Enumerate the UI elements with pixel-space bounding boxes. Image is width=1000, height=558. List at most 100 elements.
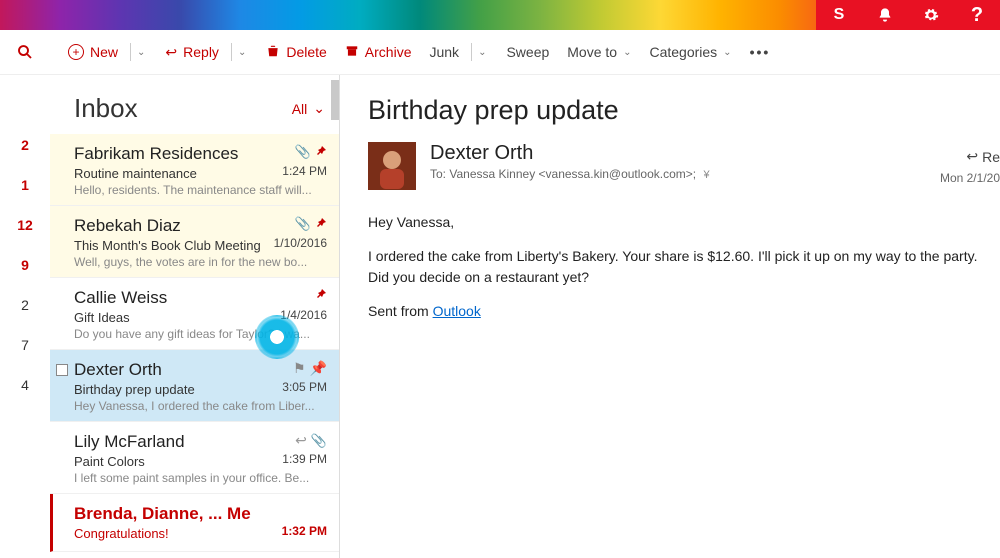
folder-count[interactable]: 2: [21, 297, 29, 313]
chevron-down-icon: ⌄: [623, 47, 631, 58]
item-sender: Lily McFarland: [74, 432, 325, 452]
folder-count[interactable]: 2: [21, 137, 29, 153]
settings-gear-icon[interactable]: [908, 0, 954, 30]
message-item[interactable]: ↩📎Lily McFarlandPaint ColorsI left some …: [50, 422, 339, 494]
folder-count[interactable]: 1: [21, 177, 29, 193]
item-time: 1:39 PM: [282, 452, 327, 466]
item-time: 1/10/2016: [274, 236, 327, 250]
reading-pane: Birthday prep update Dexter Orth To: Van…: [340, 75, 1000, 558]
chevron-down-icon[interactable]: ⌄: [130, 43, 147, 61]
item-sender: Fabrikam Residences: [74, 144, 325, 164]
item-icons: ⚑📌: [293, 360, 327, 377]
junk-button[interactable]: Junk ⌄: [429, 43, 488, 61]
reply-label: Reply: [183, 44, 219, 60]
reply-arrow-icon: ↩: [966, 148, 978, 165]
message-item[interactable]: 📎Rebekah DiazThis Month's Book Club Meet…: [50, 206, 339, 278]
item-sender: Brenda, Dianne, ... Me: [74, 504, 325, 524]
to-value: Vanessa Kinney <vanessa.kin@outlook.com>…: [449, 167, 696, 181]
body-paragraph: I ordered the cake from Liberty's Bakery…: [368, 246, 988, 287]
message-list: 📎Fabrikam ResidencesRoutine maintenanceH…: [50, 134, 339, 558]
delete-label: Delete: [286, 44, 326, 60]
sender-avatar[interactable]: [368, 142, 416, 190]
item-sender: Callie Weiss: [74, 288, 325, 308]
attachment-icon: 📎: [295, 216, 311, 232]
folder-title: Inbox: [74, 93, 138, 124]
command-toolbar: + New ⌄ ↩ Reply ⌄ Delete Archive Junk ⌄ …: [0, 30, 1000, 75]
filter-dropdown[interactable]: All ⌄: [292, 100, 325, 117]
pin-icon: [315, 217, 327, 232]
chevron-down-icon: ⌄: [313, 100, 325, 117]
scrollbar-thumb[interactable]: [331, 80, 339, 120]
message-item[interactable]: Callie WeissGift IdeasDo you have any gi…: [50, 278, 339, 350]
item-preview: Hey Vanessa, I ordered the cake from Lib…: [74, 399, 325, 413]
item-icons: 📎: [295, 216, 327, 232]
chevron-down-icon[interactable]: ⌄: [471, 43, 488, 61]
plus-circle-icon: +: [68, 44, 84, 60]
folder-count[interactable]: 12: [17, 217, 33, 233]
item-time: 3:05 PM: [282, 380, 327, 394]
folder-count[interactable]: 9: [21, 257, 29, 273]
outlook-link[interactable]: Outlook: [433, 303, 481, 319]
message-body: Hey Vanessa, I ordered the cake from Lib…: [368, 212, 988, 321]
item-time: 1:32 PM: [282, 524, 327, 538]
to-prefix: To:: [430, 167, 446, 181]
attachment-icon: 📎: [295, 144, 311, 160]
item-preview: Hello, residents. The maintenance staff …: [74, 183, 325, 197]
categories-label: Categories: [649, 44, 717, 60]
moveto-button[interactable]: Move to ⌄: [567, 44, 631, 60]
moveto-label: Move to: [567, 44, 617, 60]
item-sender: Dexter Orth: [74, 360, 325, 380]
notifications-icon[interactable]: [862, 0, 908, 30]
expand-recipients-icon[interactable]: ¥: [703, 169, 709, 181]
flag-icon[interactable]: ⚑: [293, 360, 306, 377]
item-sender: Rebekah Diaz: [74, 216, 325, 236]
attachment-icon: 📎: [311, 433, 327, 449]
select-checkbox[interactable]: [56, 364, 68, 376]
sig-prefix: Sent from: [368, 303, 433, 319]
sweep-button[interactable]: Sweep: [506, 44, 549, 60]
archive-label: Archive: [365, 44, 412, 60]
reply-arrow-icon: ↩: [165, 44, 177, 61]
new-button[interactable]: + New ⌄: [68, 43, 147, 61]
search-icon[interactable]: [0, 43, 50, 61]
app-header-icons: S ?: [816, 0, 1000, 30]
scrollbar[interactable]: [331, 75, 339, 558]
pin-outline-icon[interactable]: 📌: [310, 360, 327, 377]
help-icon[interactable]: ?: [954, 0, 1000, 30]
item-icons: ↩📎: [295, 432, 327, 449]
body-signature: Sent from Outlook: [368, 301, 988, 321]
message-item[interactable]: ⚑📌Dexter OrthBirthday prep updateHey Van…: [50, 350, 339, 422]
junk-label: Junk: [429, 44, 459, 60]
item-icons: 📎: [295, 144, 327, 160]
item-preview: Do you have any gift ideas for Taylor? I…: [74, 327, 325, 341]
delete-button[interactable]: Delete: [266, 44, 326, 61]
item-preview: Well, guys, the votes are in for the new…: [74, 255, 325, 269]
reply-label: Re: [982, 149, 1000, 165]
folder-count[interactable]: 4: [21, 377, 29, 393]
message-item[interactable]: Brenda, Dianne, ... MeCongratulations!1:…: [50, 494, 339, 552]
item-time: 1:24 PM: [282, 164, 327, 178]
filter-label: All: [292, 101, 308, 117]
skype-icon[interactable]: S: [816, 0, 862, 30]
message-list-panel: Inbox All ⌄ 📎Fabrikam ResidencesRoutine …: [50, 75, 340, 558]
sender-name: Dexter Orth: [430, 142, 1000, 165]
reply-button[interactable]: ↩ Reply ⌄: [165, 43, 248, 61]
folder-nav: 2 1 12 9 2 7 4: [0, 75, 50, 558]
reply-arrow-icon: ↩: [295, 432, 307, 449]
reply-button[interactable]: ↩ Re: [966, 148, 1000, 165]
item-icons: [315, 288, 327, 303]
categories-button[interactable]: Categories ⌄: [649, 44, 731, 60]
folder-count[interactable]: 7: [21, 337, 29, 353]
body-greeting: Hey Vanessa,: [368, 212, 988, 232]
more-actions-button[interactable]: •••: [750, 44, 771, 60]
pin-icon: [315, 288, 327, 303]
new-label: New: [90, 44, 118, 60]
chevron-down-icon: ⌄: [723, 47, 731, 58]
trash-icon: [266, 44, 280, 61]
item-time: 1/4/2016: [280, 308, 327, 322]
pin-icon: [315, 145, 327, 160]
message-item[interactable]: 📎Fabrikam ResidencesRoutine maintenanceH…: [50, 134, 339, 206]
chevron-down-icon[interactable]: ⌄: [231, 43, 248, 61]
sweep-label: Sweep: [506, 44, 549, 60]
archive-button[interactable]: Archive: [345, 44, 412, 61]
